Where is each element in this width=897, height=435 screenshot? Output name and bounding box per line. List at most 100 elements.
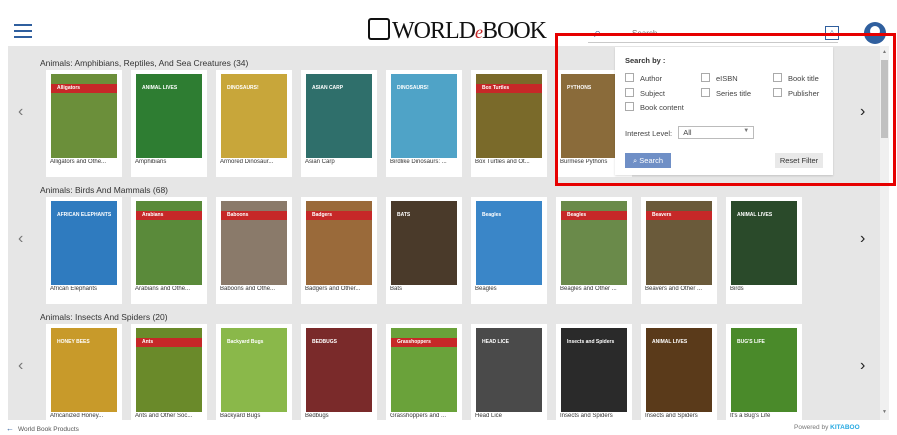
- book-card[interactable]: Baboons Baboons and Othe...: [216, 197, 292, 304]
- book-cover[interactable]: ANIMAL LIVES: [136, 74, 202, 158]
- scroll-down-icon[interactable]: ▼: [882, 409, 887, 415]
- option-eisbn[interactable]: eISBN: [701, 73, 738, 83]
- book-title[interactable]: Grasshoppers and ...: [390, 413, 462, 419]
- book-title[interactable]: African Elephants: [50, 286, 122, 292]
- option-series-title[interactable]: Series title: [701, 88, 751, 98]
- book-title[interactable]: Arabians and Othe...: [135, 286, 207, 292]
- book-cover[interactable]: BEDBUGS: [306, 328, 372, 412]
- book-card[interactable]: AFRICAN ELEPHANTS African Elephants: [46, 197, 122, 304]
- book-cover[interactable]: BATS: [391, 201, 457, 285]
- chevron-right-icon[interactable]: ›: [860, 357, 865, 375]
- book-cover[interactable]: ANIMAL LIVES: [646, 328, 712, 412]
- book-card[interactable]: BATS Bats: [386, 197, 462, 304]
- book-cover[interactable]: Badgers: [306, 201, 372, 285]
- book-card[interactable]: Beagles Beagles and Other ...: [556, 197, 632, 304]
- book-title[interactable]: Beavers and Other ...: [645, 286, 717, 292]
- book-title[interactable]: Armored Dinosaur...: [220, 159, 292, 165]
- book-title[interactable]: Asian Carp: [305, 159, 377, 165]
- book-title[interactable]: Box Turtles and Ot...: [475, 159, 547, 165]
- book-card[interactable]: Beagles Beagles: [471, 197, 547, 304]
- book-cover[interactable]: HONEY BEES: [51, 328, 117, 412]
- book-card[interactable]: DINOSAURS! Birdlike Dinosaurs: ...: [386, 70, 462, 177]
- checkbox[interactable]: [701, 88, 710, 97]
- book-card[interactable]: Ants Ants and Other Soc...: [131, 324, 207, 431]
- book-card[interactable]: BEDBUGS Bedbugs: [301, 324, 377, 431]
- chevron-left-icon[interactable]: ‹: [18, 230, 23, 248]
- book-cover[interactable]: Backyard Bugs: [221, 328, 287, 412]
- book-card[interactable]: BUG'S LIFE It's a Bug's Life: [726, 324, 802, 431]
- checkbox[interactable]: [625, 102, 634, 111]
- book-card[interactable]: Box Turtles Box Turtles and Ot...: [471, 70, 547, 177]
- book-card[interactable]: ANIMAL LIVES Birds: [726, 197, 802, 304]
- book-cover[interactable]: Beagles: [561, 201, 627, 285]
- book-title[interactable]: Badgers and Other...: [305, 286, 377, 292]
- book-title[interactable]: It's a Bug's Life: [730, 413, 802, 419]
- book-card[interactable]: Beavers Beavers and Other ...: [641, 197, 717, 304]
- book-cover[interactable]: DINOSAURS!: [221, 74, 287, 158]
- checkbox[interactable]: [625, 88, 634, 97]
- book-cover[interactable]: Ants: [136, 328, 202, 412]
- book-cover[interactable]: Grasshoppers: [391, 328, 457, 412]
- book-card[interactable]: Badgers Badgers and Other...: [301, 197, 377, 304]
- search-button[interactable]: ⌕ Search: [625, 153, 671, 168]
- book-cover[interactable]: HEAD LICE: [476, 328, 542, 412]
- world-book-logo[interactable]: WORLDeBOOK: [368, 18, 547, 45]
- book-title[interactable]: Africanized Honey...: [50, 413, 122, 419]
- book-card[interactable]: HEAD LICE Head Lice: [471, 324, 547, 431]
- option-book-title[interactable]: Book title: [773, 73, 819, 83]
- book-cover[interactable]: BUG'S LIFE: [731, 328, 797, 412]
- book-title[interactable]: Birds: [730, 286, 802, 292]
- checkbox[interactable]: [773, 88, 782, 97]
- book-cover[interactable]: Beavers: [646, 201, 712, 285]
- book-cover[interactable]: ASIAN CARP: [306, 74, 372, 158]
- book-card[interactable]: DINOSAURS! Armored Dinosaur...: [216, 70, 292, 177]
- option-book-content[interactable]: Book content: [625, 102, 684, 112]
- section-title[interactable]: Animals: Birds And Mammals (68): [40, 185, 168, 195]
- book-cover[interactable]: Alligators: [51, 74, 117, 158]
- book-cover[interactable]: DINOSAURS!: [391, 74, 457, 158]
- book-cover[interactable]: Beagles: [476, 201, 542, 285]
- book-title[interactable]: Beagles and Other ...: [560, 286, 632, 292]
- option-subject[interactable]: Subject: [625, 88, 665, 98]
- checkbox[interactable]: [701, 73, 710, 82]
- book-cover[interactable]: Box Turtles: [476, 74, 542, 158]
- section-title[interactable]: Animals: Amphibians, Reptiles, And Sea C…: [40, 58, 248, 68]
- book-title[interactable]: Backyard Bugs: [220, 413, 292, 419]
- book-card[interactable]: HONEY BEES Africanized Honey...: [46, 324, 122, 431]
- interest-level-select[interactable]: All ▼: [678, 126, 755, 139]
- book-cover[interactable]: Arabians: [136, 201, 202, 285]
- book-card[interactable]: ASIAN CARP Asian Carp: [301, 70, 377, 177]
- option-publisher[interactable]: Publisher: [773, 88, 819, 98]
- book-card[interactable]: Arabians Arabians and Othe...: [131, 197, 207, 304]
- book-card[interactable]: Backyard Bugs Backyard Bugs: [216, 324, 292, 431]
- book-card[interactable]: Grasshoppers Grasshoppers and ...: [386, 324, 462, 431]
- book-title[interactable]: Bats: [390, 286, 462, 292]
- menu-icon[interactable]: [14, 24, 32, 38]
- book-title[interactable]: Insects and Spiders: [560, 413, 632, 419]
- book-title[interactable]: Beagles: [475, 286, 547, 292]
- book-card[interactable]: ANIMAL LIVES Insects and Spiders: [641, 324, 717, 431]
- book-title[interactable]: Ants and Other Soc...: [135, 413, 207, 419]
- book-cover[interactable]: AFRICAN ELEPHANTS: [51, 201, 117, 285]
- option-author[interactable]: Author: [625, 73, 662, 83]
- chevron-right-icon[interactable]: ›: [860, 230, 865, 248]
- book-cover[interactable]: ANIMAL LIVES: [731, 201, 797, 285]
- book-title[interactable]: Head Lice: [475, 413, 547, 419]
- chevron-left-icon[interactable]: ‹: [18, 357, 23, 375]
- world-book-products-link[interactable]: ← World Book Products: [6, 424, 79, 433]
- book-card[interactable]: Insects and Spiders Insects and Spiders: [556, 324, 632, 431]
- book-title[interactable]: Amphibians: [135, 159, 207, 165]
- book-title[interactable]: Bedbugs: [305, 413, 377, 419]
- book-card[interactable]: ANIMAL LIVES Amphibians: [131, 70, 207, 177]
- checkbox[interactable]: [625, 73, 634, 82]
- section-title[interactable]: Animals: Insects And Spiders (20): [40, 312, 168, 322]
- book-card[interactable]: Alligators Alligators and Othe...: [46, 70, 122, 177]
- book-cover[interactable]: Insects and Spiders: [561, 328, 627, 412]
- chevron-left-icon[interactable]: ‹: [18, 103, 23, 121]
- book-title[interactable]: Baboons and Othe...: [220, 286, 292, 292]
- book-title[interactable]: Birdlike Dinosaurs: ...: [390, 159, 462, 165]
- book-cover[interactable]: Baboons: [221, 201, 287, 285]
- checkbox[interactable]: [773, 73, 782, 82]
- book-title[interactable]: Alligators and Othe...: [50, 159, 122, 165]
- reset-filter-button[interactable]: Reset Filter: [775, 153, 823, 168]
